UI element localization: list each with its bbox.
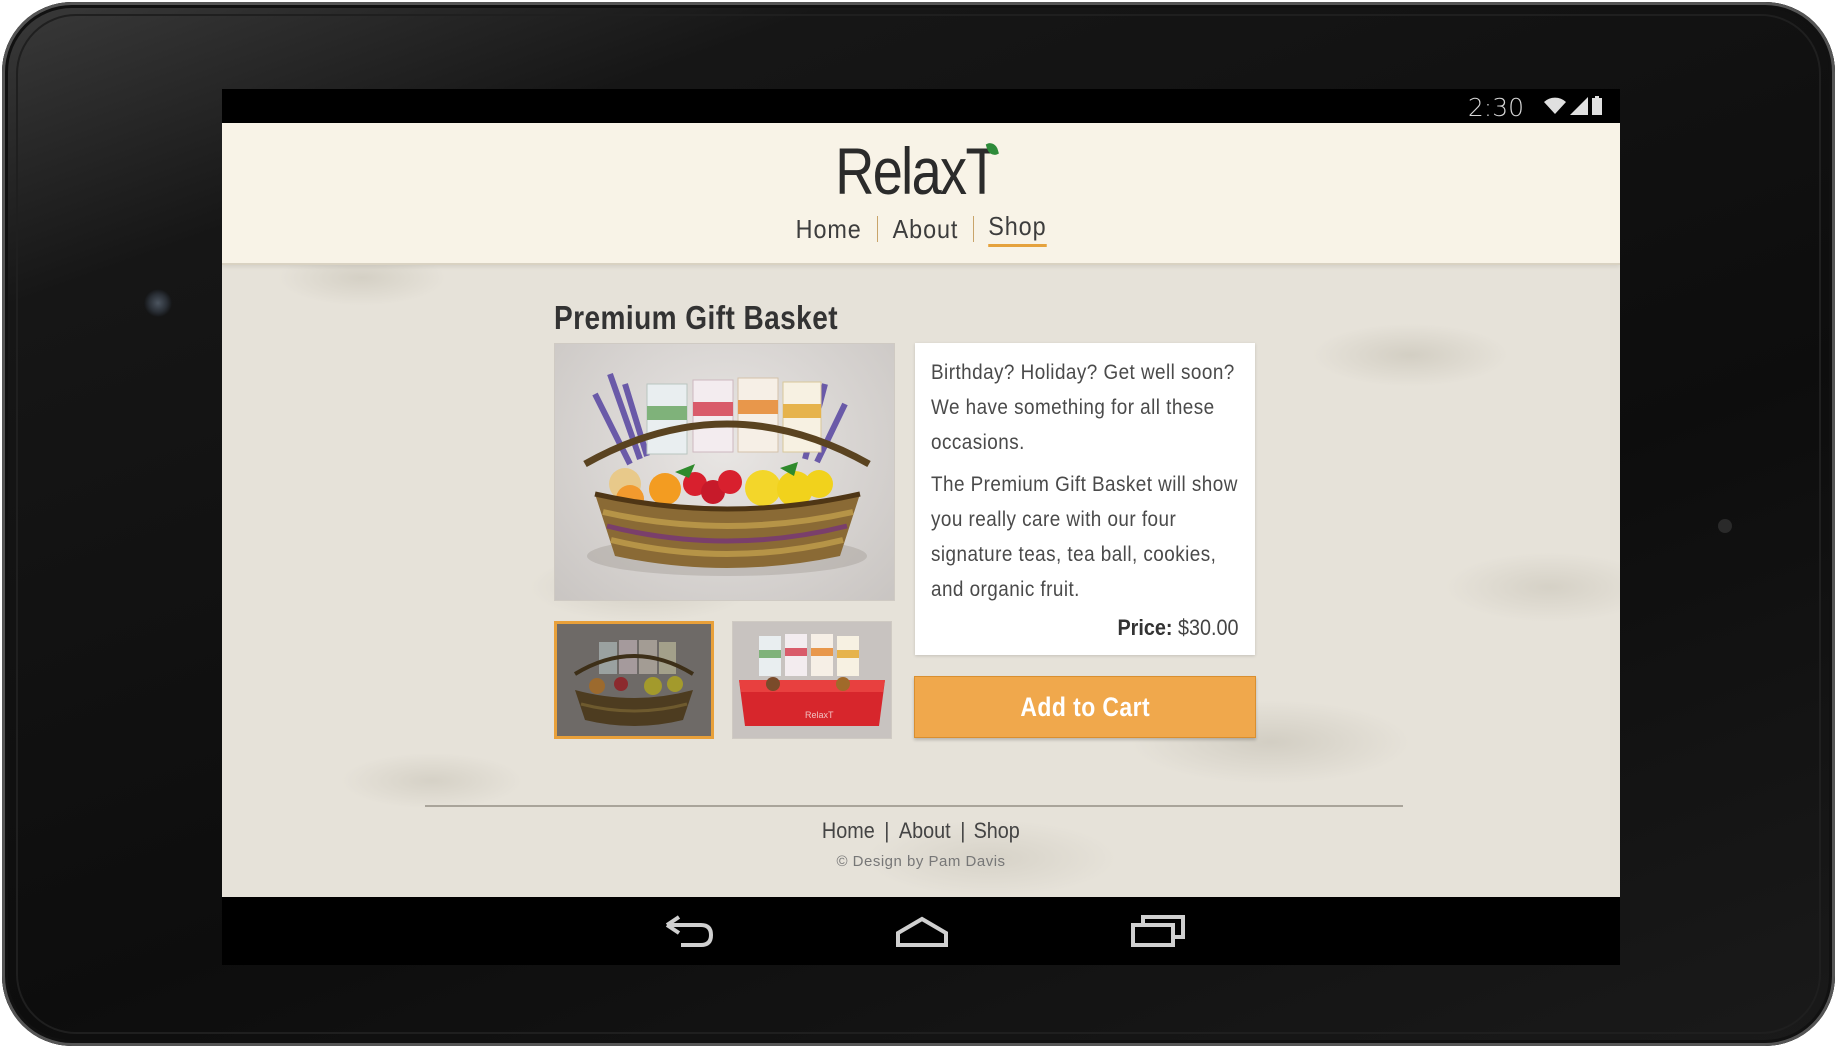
signal-icon <box>1570 97 1588 115</box>
wifi-icon <box>1544 97 1566 114</box>
thumbnail-image: RelaxT <box>733 622 891 738</box>
product-main-image <box>554 343 895 601</box>
nav-divider <box>972 216 974 242</box>
copyright-text: © Design by Pam Davis <box>836 853 1006 870</box>
status-bar: 2:30 <box>222 89 1620 123</box>
site-logo[interactable]: RelaxT <box>348 133 1494 209</box>
product-title: Premium Gift Basket <box>554 299 838 336</box>
leaf-icon <box>985 140 999 158</box>
home-icon[interactable] <box>892 911 952 951</box>
back-icon[interactable] <box>659 911 719 951</box>
footer-home-link[interactable]: Home <box>822 818 875 844</box>
nav-divider <box>876 216 878 242</box>
price-value: $30.00 <box>1178 615 1239 640</box>
logo-text: RelaxT <box>835 134 998 208</box>
front-camera <box>144 289 172 317</box>
status-icons <box>1544 96 1602 115</box>
thumbnail-image <box>557 624 711 736</box>
gift-basket-image <box>583 373 871 576</box>
nav-shop-link[interactable]: Shop <box>988 211 1047 247</box>
site-header: RelaxT Home About Shop <box>222 123 1620 265</box>
web-view: RelaxT Home About Shop Premium Gift Bask… <box>222 123 1620 897</box>
description-paragraph: The Premium Gift Basket will show you re… <box>931 473 1238 601</box>
system-nav-bar <box>222 897 1620 965</box>
footer-separator: | <box>884 818 890 843</box>
price-row: Price: $30.00 <box>1118 610 1239 645</box>
nav-about-link[interactable]: About <box>892 214 958 245</box>
footer-about-link[interactable]: About <box>899 818 951 844</box>
product-description-card: Birthday? Holiday? Get well soon? We hav… <box>915 343 1255 655</box>
device-screen: 2:30 RelaxT Home About Shop Premium Gift… <box>222 89 1620 965</box>
tablet-frame: 2:30 RelaxT Home About Shop Premium Gift… <box>2 2 1835 1046</box>
description-paragraph: Birthday? Holiday? Get well soon? We hav… <box>931 361 1235 454</box>
product-thumbnail-redbox[interactable]: RelaxT <box>732 621 892 739</box>
add-to-cart-label: Add to Cart <box>1020 692 1150 722</box>
battery-icon <box>1592 96 1602 115</box>
status-time: 2:30 <box>1467 93 1524 122</box>
light-sensor <box>1718 519 1732 533</box>
top-nav: Home About Shop <box>222 211 1620 247</box>
add-to-cart-button[interactable]: Add to Cart <box>914 676 1256 738</box>
footer-separator: | <box>959 818 965 843</box>
footer-shop-link[interactable]: Shop <box>974 818 1020 844</box>
nav-home-link[interactable]: Home <box>796 214 862 245</box>
footer-divider <box>425 805 1403 807</box>
product-thumbnail-basket[interactable] <box>554 621 714 739</box>
recent-apps-icon[interactable] <box>1129 911 1189 951</box>
svg-text:RelaxT: RelaxT <box>805 710 834 720</box>
price-label: Price: <box>1117 615 1173 640</box>
footer-nav: Home | About | Shop <box>222 818 1620 844</box>
